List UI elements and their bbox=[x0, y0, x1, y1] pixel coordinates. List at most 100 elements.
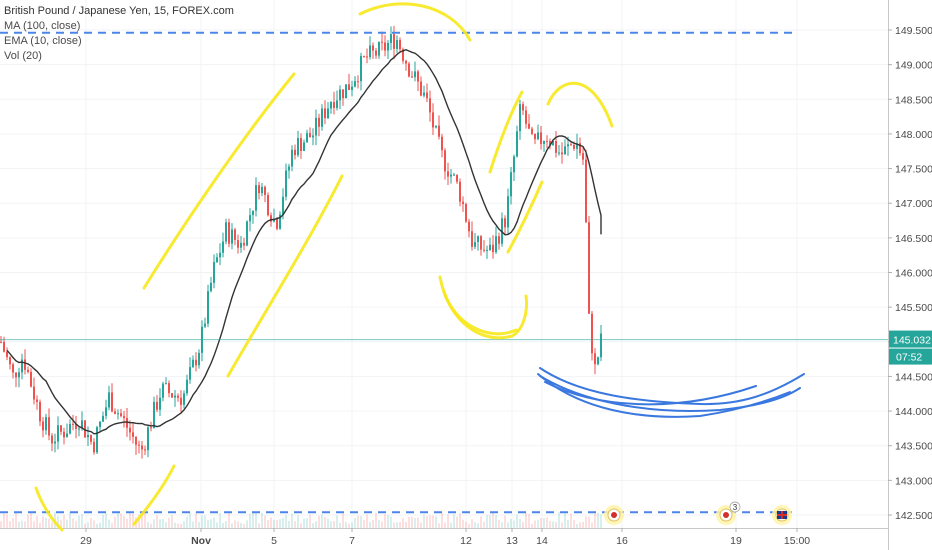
candle-body bbox=[87, 434, 89, 438]
candle-body bbox=[291, 149, 293, 167]
volume-bar bbox=[186, 516, 188, 528]
volume-bar bbox=[348, 523, 350, 528]
candle-body bbox=[384, 42, 386, 51]
volume-bar bbox=[48, 518, 50, 528]
candle-body bbox=[477, 236, 479, 243]
candle-body bbox=[54, 441, 56, 444]
volume-indicator-label[interactable]: Vol (20) bbox=[4, 49, 234, 64]
candle-body bbox=[126, 418, 128, 428]
symbol-title[interactable]: British Pound / Japanese Yen, 15, FOREX.… bbox=[4, 4, 234, 19]
candle-body bbox=[483, 249, 485, 251]
candle-body bbox=[360, 55, 362, 82]
volume-bar bbox=[237, 521, 239, 528]
time-tick-label: Nov bbox=[191, 535, 211, 547]
volume-bar bbox=[207, 519, 209, 528]
volume-bar bbox=[120, 513, 122, 528]
volume-bar bbox=[546, 517, 548, 528]
candle-body bbox=[597, 357, 599, 365]
volume-bar bbox=[291, 513, 293, 528]
price-tick-label: 146.000 bbox=[895, 268, 932, 280]
volume-bar bbox=[513, 520, 515, 528]
volume-bar bbox=[570, 513, 572, 528]
event-marker-uk[interactable] bbox=[772, 505, 792, 525]
volume-bar bbox=[159, 519, 161, 528]
candle-body bbox=[471, 231, 473, 247]
candle-body bbox=[288, 166, 290, 171]
candle-body bbox=[555, 140, 557, 153]
candle-body bbox=[561, 152, 563, 155]
volume-bar bbox=[24, 521, 26, 528]
candle-body bbox=[468, 221, 470, 232]
volume-bar bbox=[12, 518, 14, 528]
volume-bar bbox=[261, 512, 263, 528]
candle-body bbox=[309, 133, 311, 138]
candle-body bbox=[18, 372, 20, 378]
candle-body bbox=[429, 98, 431, 113]
volume-bar bbox=[426, 516, 428, 528]
candle-body bbox=[72, 423, 74, 425]
volume-bar bbox=[453, 514, 455, 528]
candle-body bbox=[231, 229, 233, 244]
chart-legend: British Pound / Japanese Yen, 15, FOREX.… bbox=[4, 4, 234, 64]
volume-bar bbox=[393, 522, 395, 528]
volume-bar bbox=[567, 519, 569, 528]
price-tick-label: 144.000 bbox=[895, 406, 932, 418]
volume-bar bbox=[576, 523, 578, 528]
candle-body bbox=[264, 186, 266, 195]
candle-body bbox=[531, 128, 533, 134]
volume-bar bbox=[30, 512, 32, 528]
candle-body bbox=[336, 100, 338, 108]
candle-body bbox=[27, 369, 29, 372]
candle-body bbox=[366, 56, 368, 58]
time-axis[interactable]: 29 Nov 5 7 12 13 14 16 19 15:00 bbox=[80, 528, 810, 547]
volume-bar bbox=[375, 512, 377, 528]
candle-body bbox=[294, 149, 296, 156]
volume-bar bbox=[591, 522, 593, 528]
volume-bar bbox=[435, 516, 437, 528]
candle-body bbox=[237, 240, 239, 248]
time-tick-label: 7 bbox=[349, 535, 355, 547]
candle-body bbox=[120, 413, 122, 417]
volume-bar bbox=[384, 514, 386, 528]
price-chart[interactable]: 142.500 143.000 143.500 144.000 144.500 145.0… bbox=[0, 0, 932, 550]
candle-body bbox=[420, 81, 422, 96]
volume-bar bbox=[297, 515, 299, 528]
volume-bar bbox=[282, 517, 284, 528]
ma-indicator-label[interactable]: MA (100, close) bbox=[4, 19, 234, 34]
volume-bar bbox=[486, 514, 488, 528]
volume-bar bbox=[96, 523, 98, 528]
candle-body bbox=[243, 242, 245, 246]
ema-indicator-label[interactable]: EMA (10, close) bbox=[4, 34, 234, 49]
volume-bar bbox=[18, 521, 20, 528]
candle-body bbox=[543, 140, 545, 144]
candle-body bbox=[300, 138, 302, 152]
volume-bar bbox=[234, 520, 236, 528]
event-flag-dot bbox=[611, 512, 617, 518]
volume-bar bbox=[528, 514, 530, 528]
volume-bar bbox=[177, 523, 179, 528]
volume-bar bbox=[153, 519, 155, 528]
volume-bar bbox=[9, 521, 11, 528]
volume-bar bbox=[6, 514, 8, 528]
volume-bar bbox=[252, 512, 254, 528]
volume-bar bbox=[0, 521, 2, 528]
candle-body bbox=[432, 112, 434, 128]
event-marker-1[interactable] bbox=[604, 505, 624, 525]
time-tick-label: 19 bbox=[730, 535, 742, 547]
volume-bar bbox=[456, 516, 458, 528]
candle-body bbox=[225, 222, 227, 242]
volume-bar bbox=[468, 523, 470, 528]
candle-body bbox=[486, 249, 488, 251]
price-axis[interactable]: 142.500 143.000 143.500 144.000 144.500 145.0… bbox=[888, 25, 932, 522]
candle-body bbox=[408, 63, 410, 77]
volume-bar bbox=[477, 523, 479, 528]
volume-bar bbox=[555, 521, 557, 528]
candle-body bbox=[102, 415, 104, 422]
volume-bar bbox=[519, 518, 521, 528]
volume-bar bbox=[381, 521, 383, 528]
candle-body bbox=[33, 386, 35, 400]
time-tick-label: 15:00 bbox=[784, 535, 810, 547]
volume-bar bbox=[15, 512, 17, 528]
candle-body bbox=[285, 170, 287, 197]
volume-bar bbox=[537, 520, 539, 528]
